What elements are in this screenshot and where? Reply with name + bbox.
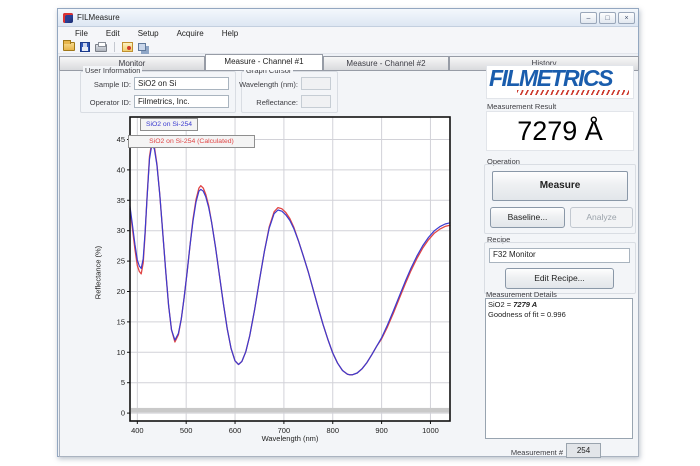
legend-measured: SiO2 on Si-254 bbox=[140, 118, 198, 131]
window-title: FILMeasure bbox=[77, 13, 120, 22]
logo-hatch-decoration bbox=[517, 90, 629, 95]
y-tick-label: 40 bbox=[117, 165, 125, 174]
measurement-number-label: Measurement # bbox=[508, 448, 563, 457]
minimize-button[interactable]: – bbox=[580, 12, 597, 24]
measurement-result-box: 7279 Å bbox=[486, 111, 634, 151]
x-tick-label: 400 bbox=[131, 426, 144, 435]
title-bar[interactable]: FILMeasure – □ × bbox=[58, 9, 638, 27]
baseline-button[interactable]: Baseline... bbox=[490, 207, 565, 228]
cursor-wavelength-label: Wavelength (nm): bbox=[232, 80, 298, 89]
sample-id-label: Sample ID: bbox=[87, 80, 131, 89]
desktop-canvas: FILMeasure – □ × FileEditSetupAcquireHel… bbox=[0, 0, 700, 466]
y-tick-label: 5 bbox=[121, 378, 125, 387]
cursor-reflectance-value bbox=[301, 95, 331, 108]
acquire-icon[interactable] bbox=[122, 42, 133, 52]
recipe-select[interactable]: F32 Monitor bbox=[489, 248, 630, 263]
sample-id-input[interactable]: SiO2 on Si bbox=[134, 77, 229, 90]
y-tick-label: 15 bbox=[117, 317, 125, 326]
x-axis-label: Wavelength (nm) bbox=[230, 434, 350, 443]
chart-plot-area[interactable]: 4005006007008009001000051015202530354045 bbox=[92, 108, 472, 453]
menu-edit[interactable]: Edit bbox=[97, 29, 129, 38]
y-tick-label: 35 bbox=[117, 196, 125, 205]
details-line-gof: Goodness of fit = 0.996 bbox=[488, 310, 630, 320]
y-tick-label: 25 bbox=[117, 257, 125, 266]
close-button[interactable]: × bbox=[618, 12, 635, 24]
measurement-result-value: 7279 Å bbox=[517, 116, 603, 146]
open-icon[interactable] bbox=[63, 42, 75, 51]
print-icon[interactable] bbox=[95, 44, 107, 52]
baseline-band bbox=[131, 408, 449, 413]
cursor-wavelength-value bbox=[301, 77, 331, 90]
legend-calculated: SiO2 on Si-254 (Calculated) bbox=[128, 135, 255, 148]
y-tick-label: 45 bbox=[117, 135, 125, 144]
y-axis-label: Reflectance (%) bbox=[94, 223, 103, 323]
measurement-number-value: 254 bbox=[566, 443, 601, 458]
toolbar bbox=[58, 40, 638, 54]
x-tick-label: 900 bbox=[375, 426, 388, 435]
maximize-button[interactable]: □ bbox=[599, 12, 616, 24]
measurement-details-list[interactable]: SiO2 = 7279 A Goodness of fit = 0.996 bbox=[485, 298, 633, 439]
y-tick-label: 20 bbox=[117, 287, 125, 296]
app-icon bbox=[63, 13, 73, 23]
y-tick-label: 30 bbox=[117, 226, 125, 235]
tab-page-measure-channel-1: User Information Sample ID: SiO2 on Si O… bbox=[59, 70, 639, 457]
thickness-value: 7279 A bbox=[513, 300, 537, 309]
menu-acquire[interactable]: Acquire bbox=[168, 29, 213, 38]
filmetrics-logo: FILMETRICS bbox=[486, 65, 634, 99]
copy-icon[interactable] bbox=[138, 43, 146, 51]
menu-setup[interactable]: Setup bbox=[129, 29, 168, 38]
x-tick-label: 500 bbox=[180, 426, 193, 435]
cursor-reflectance-label: Reflectance: bbox=[232, 98, 298, 107]
y-tick-label: 10 bbox=[117, 348, 125, 357]
menu-help[interactable]: Help bbox=[213, 29, 247, 38]
y-tick-label: 0 bbox=[121, 409, 125, 418]
app-window: FILMeasure – □ × FileEditSetupAcquireHel… bbox=[57, 8, 639, 457]
user-information-title: User Information bbox=[83, 66, 142, 75]
details-line-thickness: SiO2 = 7279 A bbox=[488, 300, 630, 310]
operator-id-label: Operator ID: bbox=[81, 98, 131, 107]
edit-recipe-button[interactable]: Edit Recipe... bbox=[505, 268, 614, 289]
window-controls: – □ × bbox=[580, 12, 635, 24]
menu-file[interactable]: File bbox=[66, 29, 97, 38]
measurement-result-title: Measurement Result bbox=[487, 102, 556, 111]
menu-bar: FileEditSetupAcquireHelp bbox=[58, 27, 638, 40]
tab-measure-channel-2[interactable]: Measure - Channel #2 bbox=[323, 56, 449, 70]
operator-id-input[interactable]: Filmetrics, Inc. bbox=[134, 95, 229, 108]
analyze-button: Analyze bbox=[570, 207, 633, 228]
toolbar-separator bbox=[114, 42, 115, 52]
save-icon[interactable] bbox=[80, 42, 90, 52]
measure-button[interactable]: Measure bbox=[492, 171, 628, 201]
tab-measure-channel-1[interactable]: Measure - Channel #1 bbox=[205, 54, 323, 70]
filmetrics-logo-text: FILMETRICS bbox=[487, 66, 633, 90]
x-tick-label: 1000 bbox=[422, 426, 439, 435]
reflectance-chart[interactable]: 4005006007008009001000051015202530354045… bbox=[92, 108, 472, 453]
